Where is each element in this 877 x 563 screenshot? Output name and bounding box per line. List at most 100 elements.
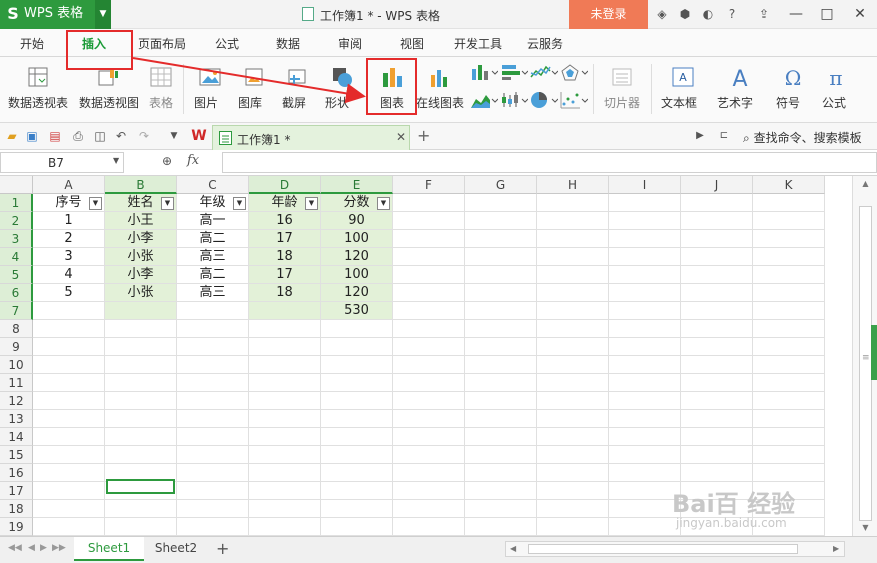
cell-g16[interactable] (465, 464, 537, 482)
filter-dropdown-icon[interactable]: ▼ (161, 197, 174, 210)
scroll-right-icon[interactable]: ▶ (833, 544, 839, 553)
cell-b11[interactable] (105, 374, 177, 392)
name-box[interactable]: B7 ▼ (0, 152, 124, 173)
stock-chart-icon[interactable] (500, 91, 528, 109)
cell-i16[interactable] (609, 464, 681, 482)
tab-data[interactable]: 数据 (266, 29, 310, 57)
cell-d8[interactable] (249, 320, 321, 338)
cell-a2[interactable]: 1 (33, 212, 105, 230)
cell-h19[interactable] (537, 518, 609, 536)
new-tab-icon[interactable]: + (417, 126, 430, 145)
cell-c4[interactable]: 高三 (177, 248, 249, 266)
cell-a7[interactable] (33, 302, 105, 320)
cell-a18[interactable] (33, 500, 105, 518)
print-preview-icon[interactable]: ◫ (92, 128, 108, 144)
cell-h16[interactable] (537, 464, 609, 482)
cell-a4[interactable]: 3 (33, 248, 105, 266)
first-sheet-icon[interactable]: ◀◀ (8, 543, 22, 553)
cell-a12[interactable] (33, 392, 105, 410)
row-header-5[interactable]: 5 (0, 266, 33, 284)
filter-dropdown-icon[interactable]: ▼ (305, 197, 318, 210)
tab-review[interactable]: 审阅 (328, 29, 372, 57)
cell-i5[interactable] (609, 266, 681, 284)
cell-i1[interactable] (609, 194, 681, 212)
cell-f11[interactable] (393, 374, 465, 392)
cell-a14[interactable] (33, 428, 105, 446)
cell-c10[interactable] (177, 356, 249, 374)
cell-j7[interactable] (681, 302, 753, 320)
cell-d12[interactable] (249, 392, 321, 410)
cell-c17[interactable] (177, 482, 249, 500)
cell-d9[interactable] (249, 338, 321, 356)
cell-f7[interactable] (393, 302, 465, 320)
document-tab[interactable]: 工作簿1 * ✕ (212, 125, 410, 150)
cell-i19[interactable] (609, 518, 681, 536)
horizontal-scrollbar[interactable]: ◀ ▶ (505, 541, 845, 557)
cell-j2[interactable] (681, 212, 753, 230)
cell-i7[interactable] (609, 302, 681, 320)
column-header-f[interactable]: F (393, 176, 465, 194)
cell-c18[interactable] (177, 500, 249, 518)
cell-h11[interactable] (537, 374, 609, 392)
cell-j11[interactable] (681, 374, 753, 392)
cell-c5[interactable]: 高二 (177, 266, 249, 284)
cell-f6[interactable] (393, 284, 465, 302)
cell-h18[interactable] (537, 500, 609, 518)
cell-k12[interactable] (753, 392, 825, 410)
cell-g6[interactable] (465, 284, 537, 302)
cell-j3[interactable] (681, 230, 753, 248)
cell-a15[interactable] (33, 446, 105, 464)
cell-i10[interactable] (609, 356, 681, 374)
add-sheet-icon[interactable]: + (216, 539, 229, 558)
cell-g2[interactable] (465, 212, 537, 230)
cell-a3[interactable]: 2 (33, 230, 105, 248)
cell-c9[interactable] (177, 338, 249, 356)
cell-i14[interactable] (609, 428, 681, 446)
cell-g4[interactable] (465, 248, 537, 266)
formula-input[interactable] (222, 152, 877, 173)
shape-button[interactable]: 形状 (324, 57, 364, 117)
cell-b12[interactable] (105, 392, 177, 410)
skin-icon[interactable]: ◈ (654, 6, 670, 22)
cell-c12[interactable] (177, 392, 249, 410)
row-header-17[interactable]: 17 (0, 482, 33, 500)
cell-j4[interactable] (681, 248, 753, 266)
cell-k13[interactable] (753, 410, 825, 428)
column-header-h[interactable]: H (537, 176, 609, 194)
cell-k9[interactable] (753, 338, 825, 356)
cell-d7[interactable] (249, 302, 321, 320)
cell-f8[interactable] (393, 320, 465, 338)
cell-d10[interactable] (249, 356, 321, 374)
column-header-b[interactable]: B (105, 176, 177, 194)
cell-k5[interactable] (753, 266, 825, 284)
cell-k1[interactable] (753, 194, 825, 212)
cell-i18[interactable] (609, 500, 681, 518)
screenshot-button[interactable]: 截屏 (280, 57, 320, 117)
table-button[interactable]: 表格 (146, 57, 178, 117)
cell-b2[interactable]: 小王 (105, 212, 177, 230)
cell-k6[interactable] (753, 284, 825, 302)
cell-f17[interactable] (393, 482, 465, 500)
cell-k11[interactable] (753, 374, 825, 392)
cell-b15[interactable] (105, 446, 177, 464)
insert-function-icon[interactable]: fx (187, 153, 199, 168)
redo-icon[interactable]: ↷ (136, 128, 152, 144)
cell-h15[interactable] (537, 446, 609, 464)
area-chart-icon[interactable] (470, 91, 498, 109)
cell-h7[interactable] (537, 302, 609, 320)
cell-f18[interactable] (393, 500, 465, 518)
cell-k8[interactable] (753, 320, 825, 338)
scroll-up-icon[interactable]: ▲ (853, 176, 877, 192)
filter-dropdown-icon[interactable]: ▼ (89, 197, 102, 210)
active-cell-b7[interactable] (106, 479, 175, 494)
cell-a8[interactable] (33, 320, 105, 338)
cell-g18[interactable] (465, 500, 537, 518)
cell-j14[interactable] (681, 428, 753, 446)
spreadsheet-grid[interactable]: ABCDEFGHIJK 1 2 3 4 5 6 7 8 9 10 11 12 13 14 15 16 17 18 1… (0, 176, 852, 536)
cell-f14[interactable] (393, 428, 465, 446)
help-icon[interactable]: ? (724, 6, 740, 22)
cell-e11[interactable] (321, 374, 393, 392)
cell-c8[interactable] (177, 320, 249, 338)
column-header-i[interactable]: I (609, 176, 681, 194)
cell-c7[interactable] (177, 302, 249, 320)
